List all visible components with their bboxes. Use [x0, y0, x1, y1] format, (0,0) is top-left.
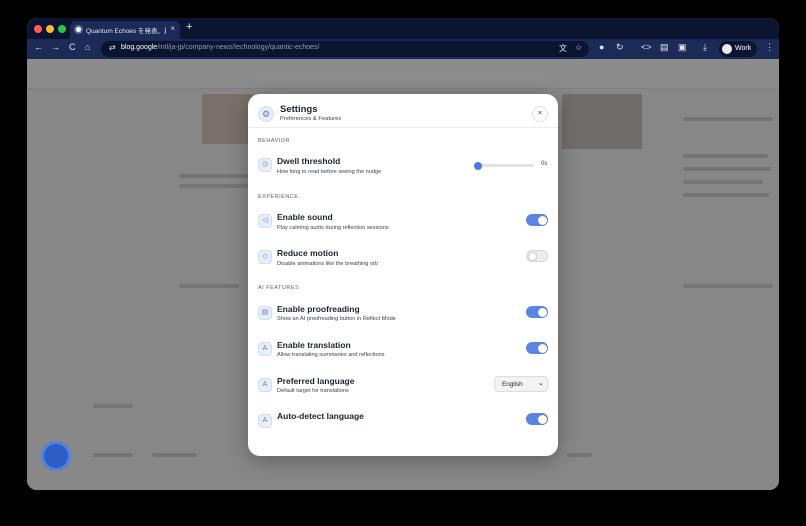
dialog-subtitle: Preferences & Features: [280, 116, 342, 122]
preferred-language-title: Preferred language: [277, 376, 355, 386]
sync-icon[interactable]: ↻: [616, 42, 624, 53]
back-button[interactable]: ←: [34, 42, 43, 52]
site-info-icon[interactable]: ⇄: [109, 43, 116, 52]
enable-translation-desc: Allow translating summaries and reflecti…: [277, 352, 385, 358]
tab-strip: Quantum Echoes を発表、最先 × +: [27, 18, 779, 39]
dwell-threshold-value: 0s: [541, 161, 548, 167]
avatar: [722, 44, 732, 54]
section-experience: EXPERIENCE: [258, 194, 299, 200]
extension-circle-icon[interactable]: ●: [599, 42, 604, 52]
preferred-language-select[interactable]: English ⌄: [494, 376, 548, 392]
translate-icon[interactable]: 文: [559, 43, 567, 54]
download-icon[interactable]: ⤓: [703, 42, 707, 53]
profile-button[interactable]: Work: [719, 41, 757, 57]
motion-icon: ◇: [258, 250, 272, 264]
code-icon[interactable]: <>: [641, 42, 652, 52]
auto-detect-title: Auto-detect language: [277, 411, 364, 421]
enable-translation-title: Enable translation: [277, 340, 351, 350]
enable-proofreading-desc: Show an AI proofreading button in Reflec…: [277, 316, 396, 322]
reduce-motion-title: Reduce motion: [277, 248, 339, 258]
tab-close-button[interactable]: ×: [170, 24, 175, 33]
bookmark-star-icon[interactable]: ☆: [575, 43, 582, 52]
close-dialog-button[interactable]: ×: [532, 106, 548, 122]
auto-detect-icon: A: [258, 414, 272, 428]
url-text[interactable]: blog.google/intl/ja-jp/company-news/tech…: [121, 44, 319, 51]
new-tab-button[interactable]: +: [186, 21, 192, 33]
chevron-down-icon: ⌄: [538, 380, 544, 387]
slider-thumb[interactable]: [474, 161, 482, 170]
dwell-threshold-slider[interactable]: [474, 161, 534, 170]
browser-toolbar: ← → C ⌂ ⇄ blog.google/intl/ja-jp/company…: [27, 39, 779, 59]
enable-proofreading-toggle[interactable]: [526, 306, 548, 318]
maximize-window-button[interactable]: [58, 25, 66, 33]
enable-sound-toggle[interactable]: [526, 214, 548, 226]
enable-proofreading-title: Enable proofreading: [277, 304, 360, 314]
clock-icon: ◷: [258, 158, 272, 172]
language-icon: A: [258, 378, 272, 392]
home-button[interactable]: ⌂: [85, 42, 90, 52]
preferred-language-desc: Default target for translations: [277, 388, 349, 394]
dwell-threshold-title: Dwell threshold: [277, 156, 341, 166]
reading-list-icon[interactable]: ▤: [660, 42, 669, 53]
translate-icon: A: [258, 342, 272, 356]
breathing-orb[interactable]: [41, 441, 71, 471]
close-window-button[interactable]: [34, 25, 42, 33]
tab-title: Quantum Echoes を発表、最先: [86, 28, 166, 35]
selected-language: English: [502, 381, 523, 388]
reduce-motion-toggle[interactable]: [526, 250, 548, 262]
browser-tab[interactable]: Quantum Echoes を発表、最先 ×: [70, 21, 180, 39]
favicon-icon: [74, 25, 83, 34]
sidepanel-icon[interactable]: ▣: [678, 42, 687, 53]
menu-kebab-icon[interactable]: ⋮: [765, 42, 774, 53]
minimize-window-button[interactable]: [46, 25, 54, 33]
enable-translation-toggle[interactable]: [526, 342, 548, 354]
forward-button[interactable]: →: [51, 42, 60, 52]
speaker-icon: ◁: [258, 214, 272, 228]
auto-detect-toggle[interactable]: [526, 413, 548, 425]
settings-dialog: ⚙ Settings Preferences & Features × BEHA…: [248, 94, 558, 456]
reload-button[interactable]: C: [69, 42, 76, 52]
enable-sound-desc: Play calming audio during reflection ses…: [277, 225, 389, 231]
enable-sound-title: Enable sound: [277, 212, 333, 222]
profile-label: Work: [735, 45, 752, 52]
gear-icon: ⚙: [258, 106, 274, 122]
reduce-motion-desc: Disable animations like the breathing or…: [277, 261, 379, 267]
dialog-header: ⚙ Settings Preferences & Features ×: [248, 94, 558, 128]
section-behavior: BEHAVIOR: [258, 138, 291, 144]
section-ai-features: AI FEATURES: [258, 285, 300, 291]
dwell-threshold-desc: How long to read before seeing the nudge: [277, 169, 382, 175]
address-bar[interactable]: ⇄ blog.google/intl/ja-jp/company-news/te…: [101, 41, 589, 57]
dialog-title: Settings: [280, 104, 318, 115]
document-icon: ▤: [258, 306, 272, 320]
